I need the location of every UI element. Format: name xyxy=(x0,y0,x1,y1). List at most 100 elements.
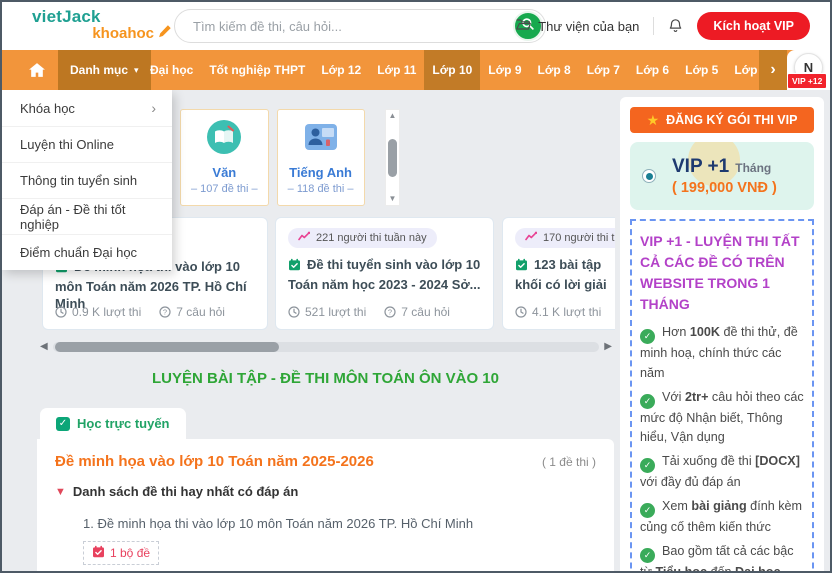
plan-name: VIP +1 xyxy=(672,156,729,178)
header-actions: Thư viện của bạn Kích hoạt VIP xyxy=(515,2,810,50)
exam-title-text: Đề thi tuyển sinh vào lớp 10 Toán năm họ… xyxy=(288,257,481,292)
exam-badge-text: 170 người thi tuần này xyxy=(543,232,615,244)
exam-stat: 521 lượt thi xyxy=(288,305,366,319)
logo-line1: vietJack xyxy=(32,8,172,25)
nav-user-area: N VIP +12 xyxy=(787,50,830,90)
chevron-right-icon: › xyxy=(770,61,775,79)
vip-benefit-3: ✓Tải xuống đề thi [DOCX] với đầy đủ đáp … xyxy=(640,452,804,493)
nav-item-11[interactable]: Lớp 4 xyxy=(726,50,759,90)
exam-list-item[interactable]: 1. Đề minh họa thi vào lớp 10 môn Toán n… xyxy=(83,516,596,531)
scroll-down-icon[interactable]: ▼ xyxy=(389,195,397,203)
checkbox-check-icon: ✓ xyxy=(56,417,70,431)
exam-stat: ? 7 câu hỏi xyxy=(159,305,225,319)
nav-item-9[interactable]: Lớp 6 xyxy=(628,50,677,90)
benefit-text: 2tr+ xyxy=(685,390,708,404)
exam-cards-horizontal-scrollbar[interactable]: ◀ ▶ xyxy=(40,338,612,356)
check-circle-icon: ✓ xyxy=(640,458,655,473)
header-divider xyxy=(653,17,654,35)
dropdown-item-label: Khóa học xyxy=(20,101,75,116)
logo[interactable]: vietJack khoahoc xyxy=(32,8,172,41)
dropdown-item-label: Luyện thi Online xyxy=(20,137,114,152)
dropdown-item-2[interactable]: Luyện thi Online xyxy=(2,126,172,162)
folder-icon xyxy=(515,18,531,34)
benefit-text: Đại học xyxy=(735,565,781,571)
dropdown-item-4[interactable]: Đáp án - Đề thi tốt nghiệp xyxy=(2,198,172,234)
check-circle-icon: ✓ xyxy=(640,394,655,409)
stat-text: 0.9 K lượt thi xyxy=(72,305,141,319)
chart-icon xyxy=(298,231,310,245)
horizontal-scroll-track[interactable] xyxy=(53,342,600,352)
benefit-text: đến xyxy=(707,565,735,571)
library-link[interactable]: Thư viện của bạn xyxy=(515,18,639,34)
exam-title-text: 123 bài tập khối có lời giải xyxy=(515,257,607,292)
subjects-vertical-scrollbar[interactable]: ▲ ▼ xyxy=(385,109,400,206)
vip-benefit-5: ✓Bao gồm tất cả các bậc từ Tiểu học đến … xyxy=(640,542,804,571)
horizontal-scroll-thumb[interactable] xyxy=(55,342,279,352)
vip-plan-card[interactable]: VIP +1 Tháng ( 199,000 VNĐ ) xyxy=(630,142,814,210)
plan-radio[interactable] xyxy=(642,169,656,183)
dropdown-item-1[interactable]: Khóa học › xyxy=(2,90,172,126)
scroll-left-icon[interactable]: ◀ xyxy=(40,342,48,352)
vip-benefit-4: ✓Xem bài giảng đính kèm củng cố thêm kiế… xyxy=(640,497,804,538)
exam-card-slot-3: 170 người thi tuần này 123 bài tập khối c… xyxy=(502,217,615,330)
exam-stats: 0.9 K lượt thi? 7 câu hỏi xyxy=(55,305,225,319)
bell-icon[interactable] xyxy=(668,18,683,34)
stat-text: 4.1 K lượt thi xyxy=(532,305,601,319)
nav-item-7[interactable]: Lớp 8 xyxy=(530,50,579,90)
panel-exam-count: ( 1 đề thi ) xyxy=(542,455,596,469)
scroll-right-icon[interactable]: ▶ xyxy=(604,342,612,352)
exam-title[interactable]: Đề thi tuyển sinh vào lớp 10 Toán năm họ… xyxy=(288,256,481,293)
subject-card-1[interactable]: Văn– 107 đề thi – xyxy=(180,109,269,206)
exam-title[interactable]: 123 bài tập khối có lời giải xyxy=(515,256,615,293)
benefit-text: Xem xyxy=(662,499,691,513)
search-input[interactable] xyxy=(175,19,513,34)
exam-card: 170 người thi tuần này 123 bài tập khối c… xyxy=(502,217,615,330)
check-circle-icon: ✓ xyxy=(640,503,655,518)
nav-item-8[interactable]: Lớp 7 xyxy=(579,50,628,90)
scroll-up-icon[interactable]: ▲ xyxy=(389,112,397,120)
register-vip-button[interactable]: ★ ĐĂNG KÝ GÓI THI VIP xyxy=(630,107,814,133)
svg-text:?: ? xyxy=(163,308,167,317)
vip-benefit-1: ✓Hơn 100K đề thi thử, đề minh hoạ, chính… xyxy=(640,323,804,384)
chevron-down-icon: ▾ xyxy=(134,65,139,76)
panel-title: Đề minh họa vào lớp 10 Toán năm 2025-202… xyxy=(55,453,374,470)
activate-vip-button[interactable]: Kích hoạt VIP xyxy=(697,12,810,40)
benefit-text: Hơn xyxy=(662,325,690,339)
benefit-text: Tiểu học xyxy=(655,565,707,571)
subject-exam-count: – 107 đề thi – xyxy=(191,183,258,195)
tab-hoc-truc-tuyen[interactable]: ✓ Học trực tuyến xyxy=(40,408,186,439)
question-icon: ? xyxy=(159,306,171,318)
chevron-right-icon: › xyxy=(151,100,156,116)
nav-item-3[interactable]: Lớp 12 xyxy=(313,50,369,90)
panel-subheading[interactable]: ▼ Danh sách đề thi hay nhất có đáp án xyxy=(55,484,596,499)
plan-price: ( 199,000 VNĐ ) xyxy=(672,180,777,196)
home-icon[interactable] xyxy=(28,50,46,90)
subject-name: Tiếng Anh xyxy=(288,165,354,180)
exam-set-badge[interactable]: 1 bộ đề xyxy=(83,541,159,565)
nav-item-4[interactable]: Lớp 11 xyxy=(369,50,424,90)
panel-subheading-label: Danh sách đề thi hay nhất có đáp án xyxy=(73,484,298,499)
page: vietJack khoahoc Thư viện của bạn Kích h… xyxy=(0,0,832,573)
exam-card: 221 người thi tuần nàyĐề thi tuyển sinh … xyxy=(275,217,494,330)
nav-item-2[interactable]: Tốt nghiệp THPT xyxy=(201,50,313,90)
nav-item-5[interactable]: Lớp 10 xyxy=(424,50,480,90)
nav-item-1[interactable]: Đại học xyxy=(142,50,201,90)
nav-more-button[interactable]: › xyxy=(759,50,787,90)
vertical-scroll-thumb[interactable] xyxy=(388,139,397,177)
exam-set-badge-label: 1 bộ đề xyxy=(110,546,150,560)
vip-box-heading: VIP +1 - LUYỆN THI TẤT CẢ CÁC ĐỀ CÓ TRÊN… xyxy=(640,231,804,315)
dropdown-item-5[interactable]: Điểm chuẩn Đại học xyxy=(2,234,172,270)
vip-sidebar: ★ ĐĂNG KÝ GÓI THI VIP VIP +1 Tháng ( 199… xyxy=(620,97,824,571)
top-header: vietJack khoahoc Thư viện của bạn Kích h… xyxy=(2,2,830,50)
dropdown-item-3[interactable]: Thông tin tuyển sinh xyxy=(2,162,172,198)
nav-item-6[interactable]: Lớp 9 xyxy=(480,50,529,90)
star-icon: ★ xyxy=(647,112,660,129)
stat-text: 7 câu hỏi xyxy=(176,305,225,319)
subject-cards: Văn– 107 đề thi –Tiếng Anh– 118 đề thi – xyxy=(180,109,365,206)
book-icon xyxy=(191,118,258,161)
benefit-text: Tải xuống đề thi xyxy=(662,454,755,468)
subject-card-2[interactable]: Tiếng Anh– 118 đề thi – xyxy=(277,109,365,206)
nav-item-danh-muc[interactable]: Danh mục ▾ xyxy=(58,50,151,90)
calendar-check-icon xyxy=(288,259,301,274)
nav-item-10[interactable]: Lớp 5 xyxy=(677,50,726,90)
